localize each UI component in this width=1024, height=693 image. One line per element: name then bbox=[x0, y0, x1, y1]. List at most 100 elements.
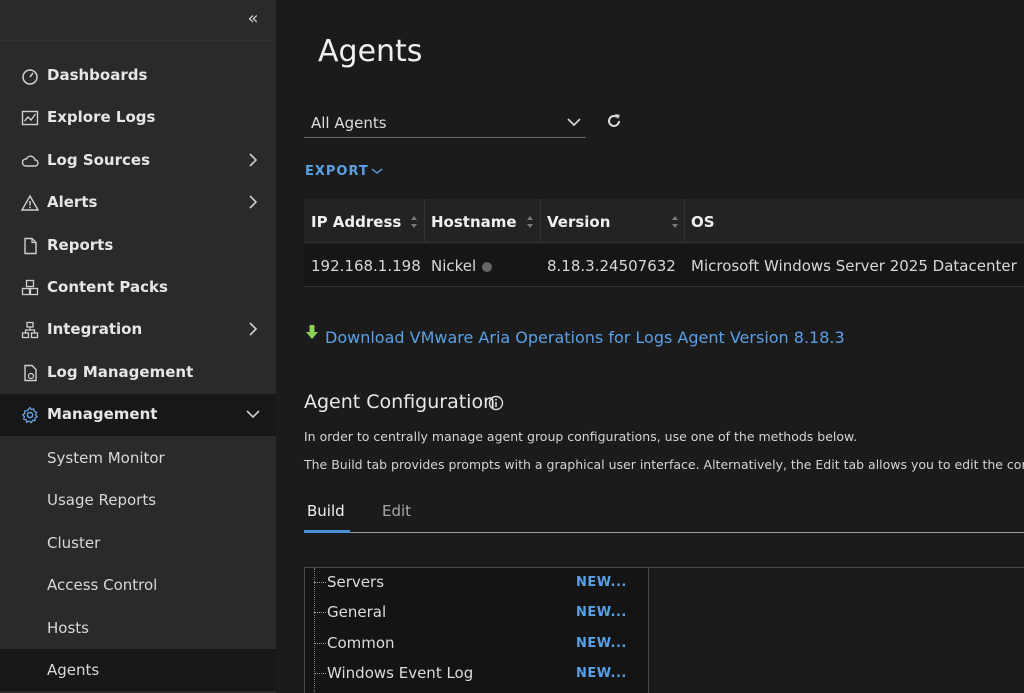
sidebar: « Dashboards Explore Logs Log Sources Al… bbox=[0, 0, 276, 693]
sidebar-item-content-packs[interactable]: Content Packs bbox=[0, 267, 276, 309]
agent-filter-select[interactable]: All Agents bbox=[304, 106, 586, 138]
tree-node-label: Servers bbox=[327, 573, 385, 591]
chevron-down-icon[interactable] bbox=[371, 166, 383, 176]
config-description: In order to centrally manage agent group… bbox=[304, 429, 858, 444]
tree-connector bbox=[314, 673, 326, 674]
active-tab-indicator bbox=[304, 530, 350, 533]
refresh-icon[interactable] bbox=[606, 113, 622, 129]
sidebar-subitem-system-monitor[interactable]: System Monitor bbox=[0, 437, 276, 479]
page-title: Agents bbox=[318, 34, 423, 69]
gear-icon bbox=[21, 406, 39, 424]
sidebar-item-dashboards[interactable]: Dashboards bbox=[0, 55, 276, 97]
collapse-sidebar-icon[interactable]: « bbox=[243, 8, 263, 30]
sidebar-item-integration[interactable]: Integration bbox=[0, 309, 276, 351]
column-separator bbox=[424, 199, 425, 243]
sidebar-divider bbox=[0, 40, 276, 41]
sidebar-subitem-label: Agents bbox=[47, 661, 100, 679]
table-row[interactable]: 192.168.1.198 Nickel 8.18.3.24507632 Mic… bbox=[304, 244, 1024, 287]
cell-version: 8.18.3.24507632 bbox=[547, 257, 676, 275]
download-arrow-icon bbox=[306, 325, 318, 339]
chevron-right-icon bbox=[249, 153, 258, 167]
sidebar-item-log-management[interactable]: Log Management bbox=[0, 352, 276, 394]
download-agent-link[interactable]: Download VMware Aria Operations for Logs… bbox=[325, 328, 845, 347]
sort-icon[interactable] bbox=[410, 215, 418, 229]
chevron-right-icon bbox=[249, 195, 258, 209]
new-windows-event-log-button[interactable]: NEW... bbox=[576, 666, 627, 681]
sidebar-item-label: Dashboards bbox=[47, 66, 148, 84]
tree-connector bbox=[314, 612, 326, 613]
chart-icon bbox=[21, 110, 39, 126]
sidebar-subitem-label: Access Control bbox=[47, 576, 158, 594]
cloud-icon bbox=[21, 155, 39, 167]
main-content: Agents All Agents EXPORT IP Address Host… bbox=[276, 0, 1024, 693]
network-icon bbox=[21, 321, 39, 339]
export-button[interactable]: EXPORT bbox=[305, 164, 369, 179]
tree-node-general[interactable]: General NEW... bbox=[305, 598, 648, 628]
sidebar-subitem-cluster[interactable]: Cluster bbox=[0, 522, 276, 564]
cell-hostname: Nickel bbox=[431, 257, 493, 275]
chevron-right-icon bbox=[249, 322, 258, 336]
sidebar-item-label: Integration bbox=[47, 320, 143, 338]
sidebar-subitem-label: System Monitor bbox=[47, 449, 165, 467]
column-header-os[interactable]: OS bbox=[691, 213, 715, 231]
tree-node-common[interactable]: Common NEW... bbox=[305, 629, 648, 659]
tab-build[interactable]: Build bbox=[307, 502, 345, 520]
sidebar-item-label: Explore Logs bbox=[47, 108, 156, 126]
table-header: IP Address Hostname Version OS bbox=[304, 199, 1024, 243]
log-gear-icon bbox=[24, 364, 37, 382]
tree-node-windows-event-log[interactable]: Windows Event Log NEW... bbox=[305, 659, 648, 689]
tab-edit[interactable]: Edit bbox=[382, 502, 411, 520]
sidebar-item-log-sources[interactable]: Log Sources bbox=[0, 140, 276, 182]
new-servers-button[interactable]: NEW... bbox=[576, 575, 627, 590]
sort-icon[interactable] bbox=[526, 215, 534, 229]
sidebar-item-label: Management bbox=[47, 405, 158, 423]
sidebar-subitem-label: Usage Reports bbox=[47, 491, 157, 509]
config-description-tabs: The Build tab provides prompts with a gr… bbox=[304, 457, 1024, 472]
sidebar-item-management[interactable]: Management bbox=[0, 394, 276, 436]
chevron-down-icon bbox=[567, 118, 581, 127]
chevron-down-icon bbox=[246, 410, 260, 419]
document-icon bbox=[24, 237, 37, 255]
tree-node-label: General bbox=[327, 603, 387, 621]
sidebar-subitem-label: Cluster bbox=[47, 534, 101, 552]
column-header-hostname[interactable]: Hostname bbox=[431, 213, 517, 231]
sidebar-item-label: Alerts bbox=[47, 193, 98, 211]
sidebar-item-label: Log Management bbox=[47, 363, 194, 381]
cell-os: Microsoft Windows Server 2025 Datacenter bbox=[691, 257, 1017, 275]
config-tree: Servers NEW... General NEW... Common NEW… bbox=[304, 567, 649, 693]
tree-node-label: Common bbox=[327, 634, 395, 652]
tree-connector bbox=[314, 643, 326, 644]
tree-connector bbox=[314, 582, 326, 583]
column-header-ip[interactable]: IP Address bbox=[311, 213, 401, 231]
sidebar-subitem-label: Hosts bbox=[47, 619, 89, 637]
column-separator bbox=[540, 199, 541, 243]
new-general-button[interactable]: NEW... bbox=[576, 605, 627, 620]
sidebar-subitem-access-control[interactable]: Access Control bbox=[0, 564, 276, 606]
tabs-divider bbox=[304, 532, 1024, 533]
tree-node-label: Windows Event Log bbox=[327, 664, 474, 682]
sidebar-item-label: Log Sources bbox=[47, 151, 151, 169]
tree-node-servers[interactable]: Servers NEW... bbox=[305, 568, 648, 598]
status-dot-icon bbox=[482, 262, 493, 272]
sidebar-subitem-agents[interactable]: Agents bbox=[0, 649, 276, 691]
sidebar-subitem-hosts[interactable]: Hosts bbox=[0, 607, 276, 649]
column-header-version[interactable]: Version bbox=[547, 213, 610, 231]
warning-icon bbox=[21, 194, 39, 211]
sidebar-item-alerts[interactable]: Alerts bbox=[0, 182, 276, 224]
agent-filter-value: All Agents bbox=[311, 114, 387, 132]
cell-ip: 192.168.1.198 bbox=[311, 257, 421, 275]
dashboard-icon bbox=[22, 69, 38, 85]
sidebar-item-explore-logs[interactable]: Explore Logs bbox=[0, 97, 276, 139]
sidebar-subitem-usage-reports[interactable]: Usage Reports bbox=[0, 479, 276, 521]
info-icon[interactable] bbox=[488, 395, 504, 411]
new-common-button[interactable]: NEW... bbox=[576, 636, 627, 651]
agent-configuration-title: Agent Configuration bbox=[304, 391, 496, 413]
tree-panel-border bbox=[649, 567, 1024, 568]
sidebar-item-reports[interactable]: Reports bbox=[0, 225, 276, 267]
sort-icon[interactable] bbox=[671, 215, 679, 229]
packs-icon bbox=[21, 279, 39, 296]
sidebar-item-label: Reports bbox=[47, 236, 114, 254]
sidebar-item-label: Content Packs bbox=[47, 278, 168, 296]
hostname-text: Nickel bbox=[431, 257, 477, 275]
column-separator bbox=[684, 199, 685, 243]
